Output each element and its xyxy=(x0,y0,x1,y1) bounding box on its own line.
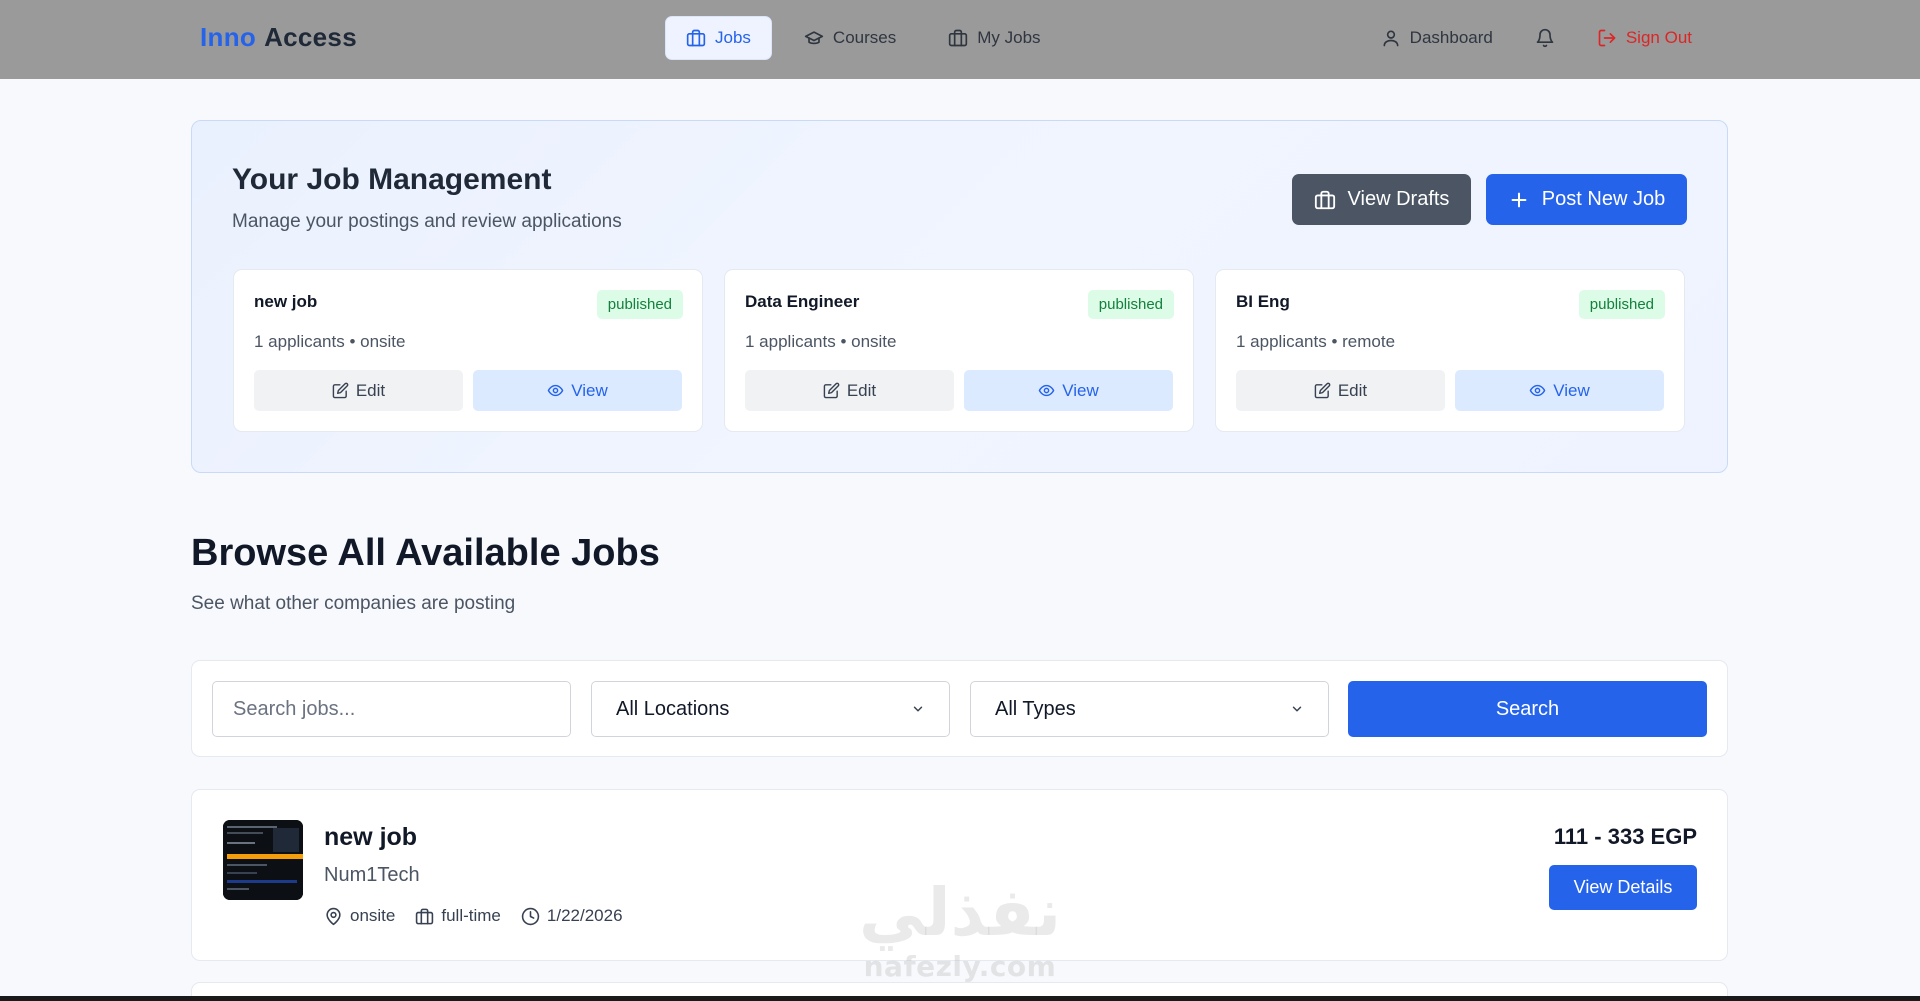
status-badge: published xyxy=(1087,290,1174,319)
briefcase-icon xyxy=(415,907,434,926)
post-new-job-label: Post New Job xyxy=(1541,188,1666,210)
logout-icon xyxy=(1597,28,1617,48)
search-button[interactable]: Search xyxy=(1348,681,1707,737)
briefcase-icon xyxy=(948,28,968,48)
brand-part-1: Inno xyxy=(200,22,257,52)
main-nav: Jobs Courses My Jobs xyxy=(665,16,1061,60)
listing-type: full-time xyxy=(415,906,501,926)
edit-icon xyxy=(1314,382,1331,399)
brand-part-2: Access xyxy=(264,22,357,52)
search-input[interactable] xyxy=(212,681,571,737)
my-job-card: Data Engineer published 1 applicants • o… xyxy=(724,269,1194,432)
nav-courses-label: Courses xyxy=(832,28,897,47)
listing-date: 1/22/2026 xyxy=(521,906,623,926)
eye-icon xyxy=(1529,382,1546,399)
company-logo xyxy=(223,820,303,900)
type-select-value: All Types xyxy=(995,697,1076,720)
view-label: View xyxy=(1553,380,1590,400)
chevron-down-icon xyxy=(1290,702,1304,716)
listing-type-label: full-time xyxy=(441,906,501,925)
job-management-panel: Your Job Management Manage your postings… xyxy=(191,120,1728,473)
listing-meta: onsite full-time 1/22/2026 xyxy=(324,906,623,926)
brand-logo[interactable]: Inno Access xyxy=(200,22,357,53)
job-card-meta: 1 applicants • onsite xyxy=(745,332,897,351)
type-select[interactable]: All Types xyxy=(970,681,1329,737)
listing-date-label: 1/22/2026 xyxy=(546,906,623,925)
edit-icon xyxy=(823,382,840,399)
job-card-title: Data Engineer xyxy=(745,292,860,311)
browse-subtitle: See what other companies are posting xyxy=(191,593,516,614)
view-label: View xyxy=(571,380,608,400)
view-job-button[interactable]: View xyxy=(473,370,682,411)
user-icon xyxy=(1381,28,1401,48)
view-label: View xyxy=(1062,380,1099,400)
management-title: Your Job Management xyxy=(232,163,552,196)
post-new-job-button[interactable]: Post New Job xyxy=(1486,174,1687,225)
top-navbar: Inno Access Jobs Courses My Jobs Dashboa… xyxy=(0,0,1920,79)
view-job-button[interactable]: View xyxy=(964,370,1173,411)
management-subtitle: Manage your postings and review applicat… xyxy=(232,211,622,232)
listing-title[interactable]: new job xyxy=(324,823,417,852)
notifications-button[interactable] xyxy=(1523,16,1567,60)
listing-location: onsite xyxy=(324,906,395,926)
bell-icon xyxy=(1535,28,1555,48)
briefcase-icon xyxy=(1314,189,1336,211)
view-details-button[interactable]: View Details xyxy=(1549,865,1697,910)
sign-out-button[interactable]: Sign Out xyxy=(1581,16,1708,60)
my-job-card: new job published 1 applicants • onsite … xyxy=(233,269,703,432)
eye-icon xyxy=(547,382,564,399)
status-badge: published xyxy=(1578,290,1665,319)
status-badge: published xyxy=(596,290,683,319)
job-card-meta: 1 applicants • remote xyxy=(1236,332,1396,351)
nav-my-jobs[interactable]: My Jobs xyxy=(928,16,1060,60)
location-select-value: All Locations xyxy=(616,697,730,720)
graduation-cap-icon xyxy=(804,28,824,48)
user-nav: Dashboard Sign Out xyxy=(1365,16,1708,60)
eye-icon xyxy=(1038,382,1055,399)
view-drafts-button[interactable]: View Drafts xyxy=(1292,174,1471,225)
map-pin-icon xyxy=(324,907,343,926)
edit-label: Edit xyxy=(1337,380,1368,400)
nav-dashboard[interactable]: Dashboard xyxy=(1365,16,1509,60)
nav-my-jobs-label: My Jobs xyxy=(977,28,1041,47)
clock-icon xyxy=(521,907,540,926)
sign-out-label: Sign Out xyxy=(1625,28,1692,47)
my-job-card: BI Eng published 1 applicants • remote E… xyxy=(1215,269,1685,432)
edit-icon xyxy=(332,382,349,399)
job-card-title: BI Eng xyxy=(1236,292,1290,311)
edit-label: Edit xyxy=(846,380,877,400)
listing-salary: 111 - 333 EGP xyxy=(1553,824,1697,849)
listing-location-label: onsite xyxy=(350,906,396,925)
job-card-meta: 1 applicants • onsite xyxy=(254,332,406,351)
view-job-button[interactable]: View xyxy=(1455,370,1664,411)
listing-company: Num1Tech xyxy=(324,864,420,886)
bottom-divider xyxy=(0,996,1920,1001)
plus-icon xyxy=(1508,189,1530,211)
edit-job-button[interactable]: Edit xyxy=(745,370,954,411)
job-listing-card: new job Num1Tech onsite full-time 1/22/2… xyxy=(191,789,1728,961)
chevron-down-icon xyxy=(911,702,925,716)
nav-dashboard-label: Dashboard xyxy=(1409,28,1493,47)
nav-courses[interactable]: Courses xyxy=(784,16,916,60)
job-card-title: new job xyxy=(254,292,318,311)
view-drafts-label: View Drafts xyxy=(1347,188,1450,210)
nav-jobs-label: Jobs xyxy=(715,28,751,47)
edit-job-button[interactable]: Edit xyxy=(1236,370,1445,411)
edit-label: Edit xyxy=(355,380,386,400)
location-select[interactable]: All Locations xyxy=(591,681,950,737)
nav-jobs[interactable]: Jobs xyxy=(665,16,772,60)
job-filters: All Locations All Types Search xyxy=(191,660,1728,757)
briefcase-icon xyxy=(686,28,706,48)
edit-job-button[interactable]: Edit xyxy=(254,370,463,411)
browse-title: Browse All Available Jobs xyxy=(191,532,660,574)
